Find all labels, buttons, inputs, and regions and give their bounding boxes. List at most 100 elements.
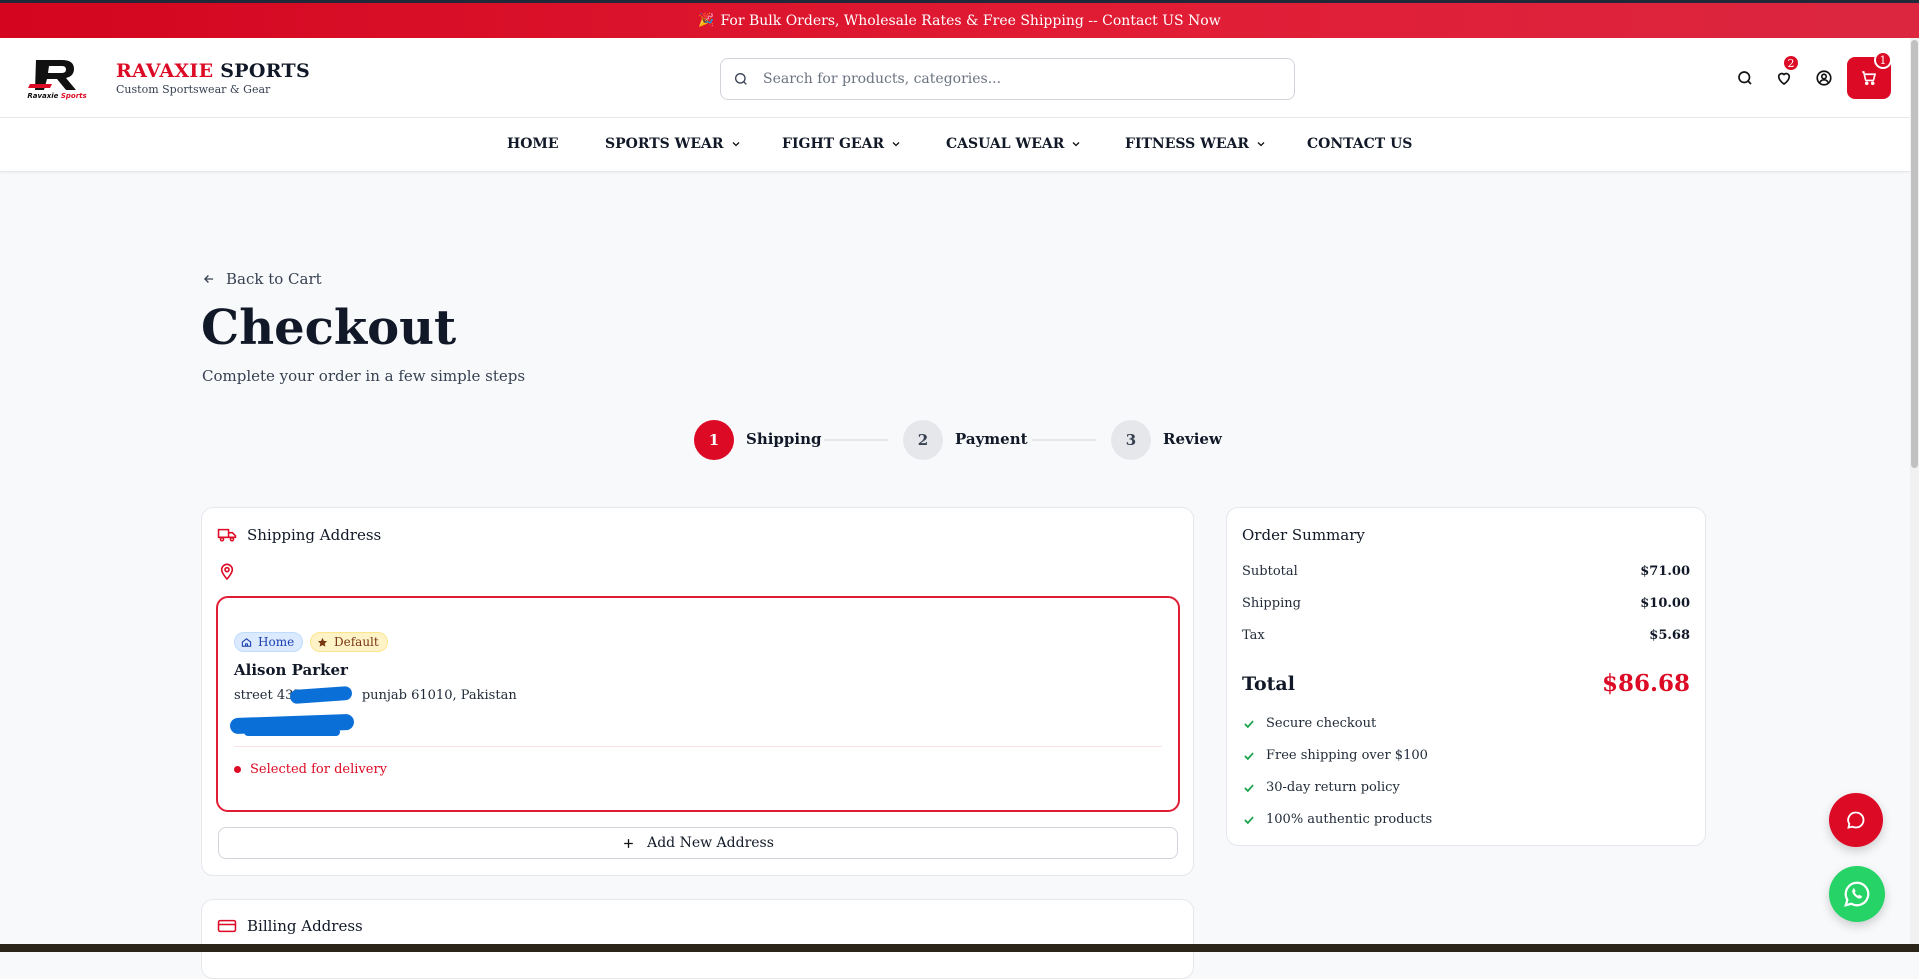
- nav-sports-wear-label: SPORTS WEAR: [605, 136, 724, 152]
- feature-label: Free shipping over $100: [1266, 748, 1428, 763]
- brand-logo[interactable]: Ravaxie Sports: [22, 56, 92, 100]
- search-icon-button[interactable]: [1733, 66, 1757, 90]
- chevron-down-icon: [732, 142, 739, 147]
- address-recipient-name: Alison Parker: [234, 661, 348, 679]
- home-tag-badge: Home: [234, 632, 304, 652]
- billing-address-heading: Billing Address: [217, 917, 363, 935]
- search-bar[interactable]: [720, 58, 1295, 100]
- plus-icon: [624, 838, 633, 848]
- whatsapp-icon: [1844, 881, 1870, 907]
- step-3-circle[interactable]: 3: [1111, 420, 1151, 460]
- shipping-address-heading: Shipping Address: [217, 526, 381, 544]
- promo-banner[interactable]: 🎉 For Bulk Orders, Wholesale Rates & Fre…: [0, 0, 1919, 38]
- search-input[interactable]: [761, 70, 1261, 88]
- shipping-row: Shipping $10.00: [1242, 596, 1690, 611]
- address-divider: [234, 746, 1162, 747]
- nav-contact-us[interactable]: CONTACT US: [1307, 136, 1412, 152]
- taskbar-strip: [0, 944, 1919, 952]
- default-tag-badge: Default: [310, 632, 388, 652]
- cart-count-badge: 1: [1874, 51, 1892, 69]
- nav-home[interactable]: HOME: [507, 136, 559, 152]
- feature-item: 100% authentic products: [1242, 812, 1432, 827]
- check-icon: [1244, 783, 1254, 792]
- check-icon: [1244, 815, 1254, 824]
- chat-button[interactable]: [1829, 793, 1883, 847]
- feature-label: Secure checkout: [1266, 716, 1377, 731]
- subtotal-value: $71.00: [1640, 564, 1690, 579]
- arrow-left-icon: [204, 275, 214, 283]
- wishlist-count-badge: 2: [1782, 54, 1800, 72]
- brand-text[interactable]: RAVAXIE SPORTS Custom Sportswear & Gear: [116, 60, 310, 96]
- nav-casual-wear[interactable]: CASUAL WEAR: [946, 136, 1082, 152]
- total-label: Total: [1242, 672, 1295, 695]
- step-1-label: Shipping: [746, 430, 822, 448]
- status-dot: [234, 766, 241, 773]
- nav-fight-gear-label: FIGHT GEAR: [782, 136, 885, 152]
- main-nav: HOME SPORTS WEAR FIGHT GEAR CASUAL WEAR …: [0, 118, 1919, 172]
- credit-card-icon: [217, 919, 237, 933]
- party-popper-icon: 🎉: [698, 13, 715, 28]
- star-icon: [317, 637, 328, 647]
- nav-fight-gear[interactable]: FIGHT GEAR: [782, 136, 902, 152]
- shipping-label: Shipping: [1242, 596, 1301, 611]
- billing-address-card: [201, 899, 1194, 979]
- add-new-address-button[interactable]: Add New Address: [218, 827, 1178, 859]
- add-new-address-label: Add New Address: [647, 835, 774, 851]
- total-value: $86.68: [1601, 670, 1690, 697]
- chevron-down-icon: [1257, 142, 1265, 147]
- step-3-label: Review: [1163, 430, 1222, 448]
- back-to-cart-label: Back to Cart: [226, 270, 322, 288]
- page-title: Checkout: [201, 300, 457, 356]
- subtotal-row: Subtotal $71.00: [1242, 564, 1690, 579]
- redaction-mark: [244, 728, 340, 736]
- feature-item: 30-day return policy: [1242, 780, 1400, 795]
- feature-label: 100% authentic products: [1266, 812, 1433, 827]
- account-button[interactable]: [1812, 66, 1836, 90]
- nav-fitness-wear-label: FITNESS WEAR: [1125, 136, 1250, 152]
- shipping-value: $10.00: [1640, 596, 1690, 611]
- promo-text: For Bulk Orders, Wholesale Rates & Free …: [720, 12, 1221, 29]
- cart-button[interactable]: 1: [1847, 51, 1892, 99]
- selected-address-option[interactable]: Home Default Alison Parker street 437, pu…: [216, 596, 1180, 812]
- chat-bubble-icon: [1847, 811, 1865, 829]
- default-tag-label: Default: [334, 635, 379, 649]
- total-row: Total $86.68: [1242, 670, 1690, 697]
- nav-sports-wear[interactable]: SPORTS WEAR: [605, 136, 742, 152]
- tax-value: $5.68: [1649, 628, 1690, 643]
- step-1-circle[interactable]: 1: [694, 420, 734, 460]
- site-header: Ravaxie Sports RAVAXIE SPORTS Custom Spo…: [0, 38, 1919, 118]
- selected-for-delivery-label: Selected for delivery: [250, 762, 388, 777]
- billing-address-title: Billing Address: [247, 917, 363, 935]
- check-icon: [1244, 751, 1254, 760]
- map-pin-icon: [220, 563, 234, 581]
- user-circle-icon: [1816, 70, 1832, 86]
- step-2-label: Payment: [955, 430, 1028, 448]
- whatsapp-button[interactable]: [1829, 866, 1885, 922]
- tax-label: Tax: [1242, 628, 1265, 643]
- back-to-cart-link[interactable]: Back to Cart: [202, 270, 322, 288]
- subtotal-label: Subtotal: [1242, 564, 1298, 579]
- page-subtitle: Complete your order in a few simple step…: [202, 367, 526, 385]
- wishlist-button[interactable]: 2: [1772, 54, 1800, 90]
- brand-tagline: Custom Sportswear & Gear: [116, 83, 271, 96]
- address-line: street 437, punjab 61010, Pakistan: [234, 688, 517, 703]
- check-icon: [1244, 719, 1254, 728]
- svg-text:Ravaxie Sports: Ravaxie Sports: [27, 92, 86, 100]
- feature-item: Free shipping over $100: [1242, 748, 1428, 763]
- brand-name-dark: SPORTS: [213, 60, 310, 82]
- address-line-end: punjab 61010, Pakistan: [361, 688, 517, 703]
- nav-contact-us-label: CONTACT US: [1307, 136, 1413, 152]
- step-2-circle[interactable]: 2: [903, 420, 943, 460]
- truck-icon: [217, 528, 237, 542]
- nav-fitness-wear[interactable]: FITNESS WEAR: [1125, 136, 1267, 152]
- search-icon: [1738, 71, 1752, 85]
- step-connector: [1032, 439, 1096, 441]
- page-scrollbar-thumb[interactable]: [1911, 40, 1918, 468]
- brand-name-red: RAVAXIE: [116, 60, 214, 82]
- selected-for-delivery-status: Selected for delivery: [234, 762, 387, 777]
- step-connector: [824, 439, 888, 441]
- search-icon: [735, 73, 747, 85]
- chevron-down-icon: [892, 142, 900, 147]
- nav-home-label: HOME: [507, 136, 559, 152]
- home-icon: [241, 637, 252, 647]
